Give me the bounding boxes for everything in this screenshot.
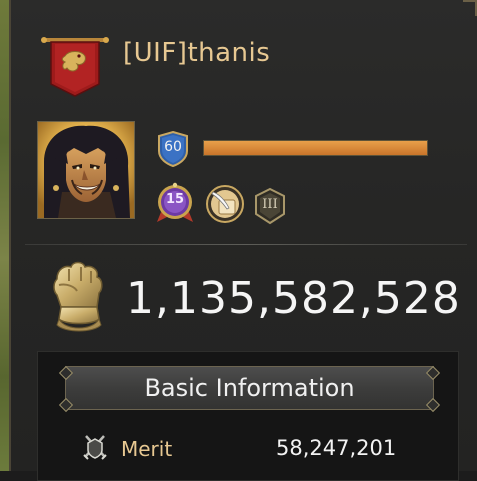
merit-value: 58,247,201 [276, 436, 397, 460]
basic-information-title: Basic Information [144, 374, 355, 402]
rank-numeral: III [262, 197, 278, 212]
alliance-banner-icon[interactable] [41, 34, 109, 98]
commander-portrait[interactable] [37, 121, 135, 219]
section-divider [25, 244, 467, 245]
power-value: 1,135,582,528 [126, 273, 461, 324]
merit-crossed-swords-icon [83, 435, 107, 460]
experience-bar [203, 140, 428, 156]
experience-bar-fill [204, 141, 427, 155]
vip-level-value: 15 [165, 192, 185, 207]
level-value: 60 [164, 139, 182, 155]
power-gauntlet-fist-icon [53, 261, 103, 332]
merit-label: Merit [121, 437, 173, 461]
basic-information-header: Basic Information [65, 366, 434, 410]
player-name: [UIF]thanis [123, 38, 271, 68]
panel-corner-ornament [463, 0, 477, 16]
quill-scroll-badge-icon[interactable] [205, 184, 245, 224]
map-background-strip [0, 0, 9, 471]
